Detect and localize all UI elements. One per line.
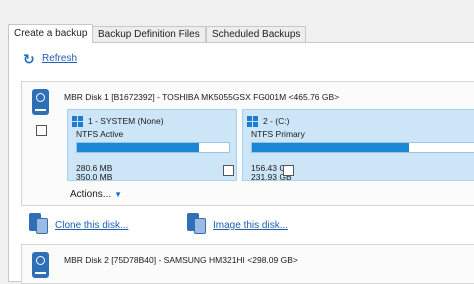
actions-label: Actions... [70, 189, 112, 200]
tab-create-backup[interactable]: Create a backup [8, 24, 94, 43]
partition-2-checkbox[interactable] [283, 165, 294, 176]
clone-disk-icon [27, 211, 49, 235]
windows-icon [247, 116, 258, 127]
clone-disk-link[interactable]: Clone this disk... [55, 220, 128, 231]
partition-2[interactable]: 2 - (C:) NTFS Primary 156.43 GB 231.93 G… [242, 109, 474, 182]
tab-scheduled-backups[interactable]: Scheduled Backups [206, 26, 307, 42]
disk-2-panel: MBR Disk 2 [75D78B40] - SAMSUNG HM321HI … [21, 244, 474, 284]
partition-total-size: 350.0 MB [76, 172, 113, 182]
partition-name: 1 - SYSTEM (None) [88, 116, 164, 126]
partition-1-checkbox[interactable] [223, 165, 234, 176]
partition-filesystem: NTFS Primary [251, 129, 305, 139]
disk-1-title: MBR Disk 1 [B1672392] - TOSHIBA MK5055GS… [64, 92, 340, 102]
tab-backup-definition-files[interactable]: Backup Definition Files [92, 26, 206, 42]
refresh-link[interactable]: Refresh [42, 53, 77, 64]
partition-usage-bar [251, 142, 474, 153]
actions-dropdown[interactable]: Actions... ▼ [70, 189, 122, 200]
disk-1-checkbox[interactable] [36, 125, 47, 136]
windows-icon [72, 116, 83, 127]
chevron-down-icon: ▼ [114, 190, 123, 199]
hard-disk-icon [32, 252, 49, 278]
partition-usage-bar [76, 142, 230, 153]
partition-1[interactable]: 1 - SYSTEM (None) NTFS Active 280.6 MB 3… [67, 109, 237, 182]
partition-name: 2 - (C:) [263, 116, 290, 126]
refresh-icon: ↻ [23, 51, 35, 67]
image-disk-link[interactable]: Image this disk... [213, 220, 288, 231]
partition-filesystem: NTFS Active [76, 129, 124, 139]
disk-2-title: MBR Disk 2 [75D78B40] - SAMSUNG HM321HI … [64, 255, 298, 265]
image-disk-icon [185, 211, 207, 235]
hard-disk-icon [32, 89, 49, 115]
disk-1-panel: MBR Disk 1 [B1672392] - TOSHIBA MK5055GS… [21, 81, 474, 206]
create-backup-panel: ↻ Refresh MBR Disk 1 [B1672392] - TOSHIB… [8, 42, 474, 284]
